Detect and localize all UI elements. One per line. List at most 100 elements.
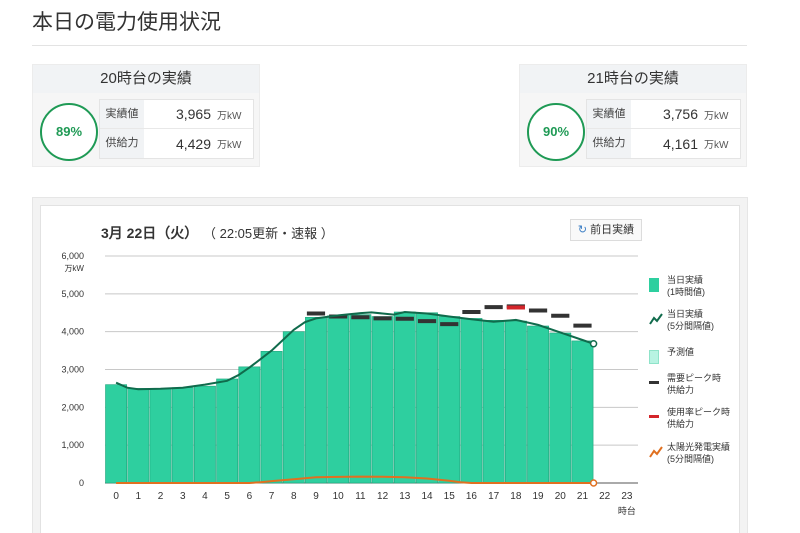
legend-item-peak-supply: 需要ピーク時 供給力	[649, 372, 739, 406]
x-tick-label: 19	[533, 491, 545, 502]
chart-panel: 3月 22日（火） （ 22:05更新・速報 ） ↻ 前日実績 0 1,000 2,0…	[40, 205, 740, 533]
chart-panel-frame: 3月 22日（火） （ 22:05更新・速報 ） ↻ 前日実績 0 1,000 2,0…	[32, 197, 748, 533]
hourly-bar	[238, 366, 261, 484]
kpi-unit: 万kW	[704, 140, 729, 151]
x-tick-label: 9	[313, 491, 319, 502]
hourly-bar	[349, 314, 372, 484]
hourly-bar	[527, 325, 549, 484]
hourly-bar	[482, 320, 505, 484]
kpi-label: 供給力	[587, 129, 631, 158]
legend-item-actual-5min: 当日実績 (5分間隔値)	[649, 308, 739, 342]
legend-label: 使用率ピーク時 供給力	[667, 407, 731, 429]
hourly-bar	[571, 340, 594, 484]
legend-swatch	[649, 350, 659, 364]
solar-line-endpoint	[589, 479, 598, 487]
x-tick-label: 4	[202, 491, 208, 502]
x-tick-label: 7	[269, 491, 275, 502]
kpi-value: 4,161	[662, 135, 698, 152]
legend-label: 当日実績 (5分間隔値)	[667, 309, 714, 331]
page-title: 本日の電力使用状況	[32, 11, 221, 34]
previous-day-label: 前日実績	[590, 224, 635, 236]
kpi-table: 実績値 3,756 万kW 供給力 4,161 万kW	[586, 99, 741, 159]
kpi-label: 実績値	[587, 100, 631, 128]
y-tick-label: 4,000	[61, 327, 84, 337]
usage-rate-circle: 90%	[527, 103, 585, 161]
x-tick-label: 18	[510, 491, 522, 502]
hourly-bar	[504, 320, 527, 484]
y-tick-label: 5,000	[61, 289, 84, 299]
legend-label: 予測値	[667, 347, 695, 357]
x-tick-label: 3	[180, 491, 186, 502]
hourly-bar	[282, 331, 305, 484]
kpi-label: 供給力	[100, 129, 144, 158]
hourly-bar	[127, 388, 150, 484]
hourly-bar	[393, 311, 416, 484]
kpi-heading: 20時台の実績	[33, 65, 259, 93]
x-tick-label: 20	[555, 491, 567, 502]
kpi-row-supply: 供給力 4,429 万kW	[100, 129, 253, 158]
refresh-icon: ↻	[577, 224, 588, 236]
x-tick-label: 0	[113, 491, 119, 502]
kpi-row-actual: 実績値 3,756 万kW	[587, 100, 740, 129]
x-tick-label: 14	[421, 491, 433, 502]
kpi-card-20h: 20時台の実績 89% 実績値 3,965 万kW 供給力 4,429 万kW	[32, 64, 260, 167]
x-tick-label: 21	[577, 491, 589, 502]
kpi-heading: 21時台の実績	[520, 65, 746, 93]
hourly-bar	[438, 316, 461, 484]
legend-swatch	[649, 381, 659, 384]
x-tick-label: 12	[377, 491, 389, 502]
x-tick-label: 5	[224, 491, 230, 502]
title-divider	[32, 45, 747, 46]
x-tick-label: 23	[621, 491, 633, 502]
hourly-bar	[327, 315, 350, 484]
kpi-value: 3,756	[662, 106, 698, 122]
kpi-label: 実績値	[100, 100, 144, 128]
y-tick-label: 0	[79, 478, 84, 488]
hourly-bar	[149, 388, 172, 484]
kpi-unit: 万kW	[217, 110, 242, 122]
x-tick-label: 17	[488, 491, 500, 502]
hourly-bar	[105, 384, 128, 484]
y-tick-label: 1,000	[61, 440, 84, 450]
hourly-bar	[216, 378, 239, 484]
kpi-table: 実績値 3,965 万kW 供給力 4,429 万kW	[99, 99, 254, 159]
legend-swatch	[649, 415, 659, 418]
hourly-bar	[371, 316, 394, 484]
x-tick-label: 10	[333, 491, 345, 502]
x-tick-label: 11	[355, 491, 366, 502]
usage-rate-circle: 89%	[40, 103, 98, 161]
legend-swatch	[649, 445, 663, 464]
x-axis-label: 時台	[618, 505, 636, 516]
y-axis-unit: 万kW	[64, 264, 84, 273]
x-tick-label: 22	[599, 491, 611, 502]
legend-item-solar: 太陽光発電実績 (5分間隔値)	[649, 441, 739, 475]
x-tick-label: 1	[136, 491, 142, 502]
legend-label: 需要ピーク時 供給力	[667, 373, 722, 395]
y-tick-label: 3,000	[61, 365, 84, 375]
kpi-unit: 万kW	[217, 140, 242, 151]
kpi-unit: 万kW	[704, 110, 729, 122]
x-tick-label: 16	[466, 491, 478, 502]
kpi-value: 3,965	[175, 106, 211, 122]
kpi-card-21h: 21時台の実績 90% 実績値 3,756 万kW 供給力 4,161 万kW	[519, 64, 747, 167]
legend-swatch	[649, 278, 659, 292]
hourly-bar	[260, 351, 283, 484]
hourly-bar	[416, 312, 438, 484]
y-tick-label: 2,000	[61, 402, 84, 412]
hourly-bar	[549, 332, 572, 484]
legend-label: 当日実績 (1時間値)	[667, 275, 705, 297]
actual-line-endpoint	[589, 340, 598, 348]
hourly-bar	[305, 316, 327, 484]
y-tick-label: 6,000	[61, 251, 84, 261]
legend-swatch	[649, 312, 663, 331]
hourly-bar	[460, 318, 483, 484]
x-tick-label: 13	[399, 491, 411, 502]
demand-chart: 01,0002,0003,0004,0005,0006,000万kW0 1 2 3 4 5…	[61, 251, 638, 516]
x-tick-label: 2	[158, 491, 164, 502]
x-tick-label: 15	[444, 491, 456, 502]
kpi-value: 4,429	[175, 135, 211, 152]
hourly-bar	[194, 385, 216, 484]
legend-label: 太陽光発電実績 (5分間隔値)	[667, 442, 731, 464]
kpi-row-supply: 供給力 4,161 万kW	[587, 129, 740, 158]
x-tick-label: 8	[291, 491, 297, 502]
